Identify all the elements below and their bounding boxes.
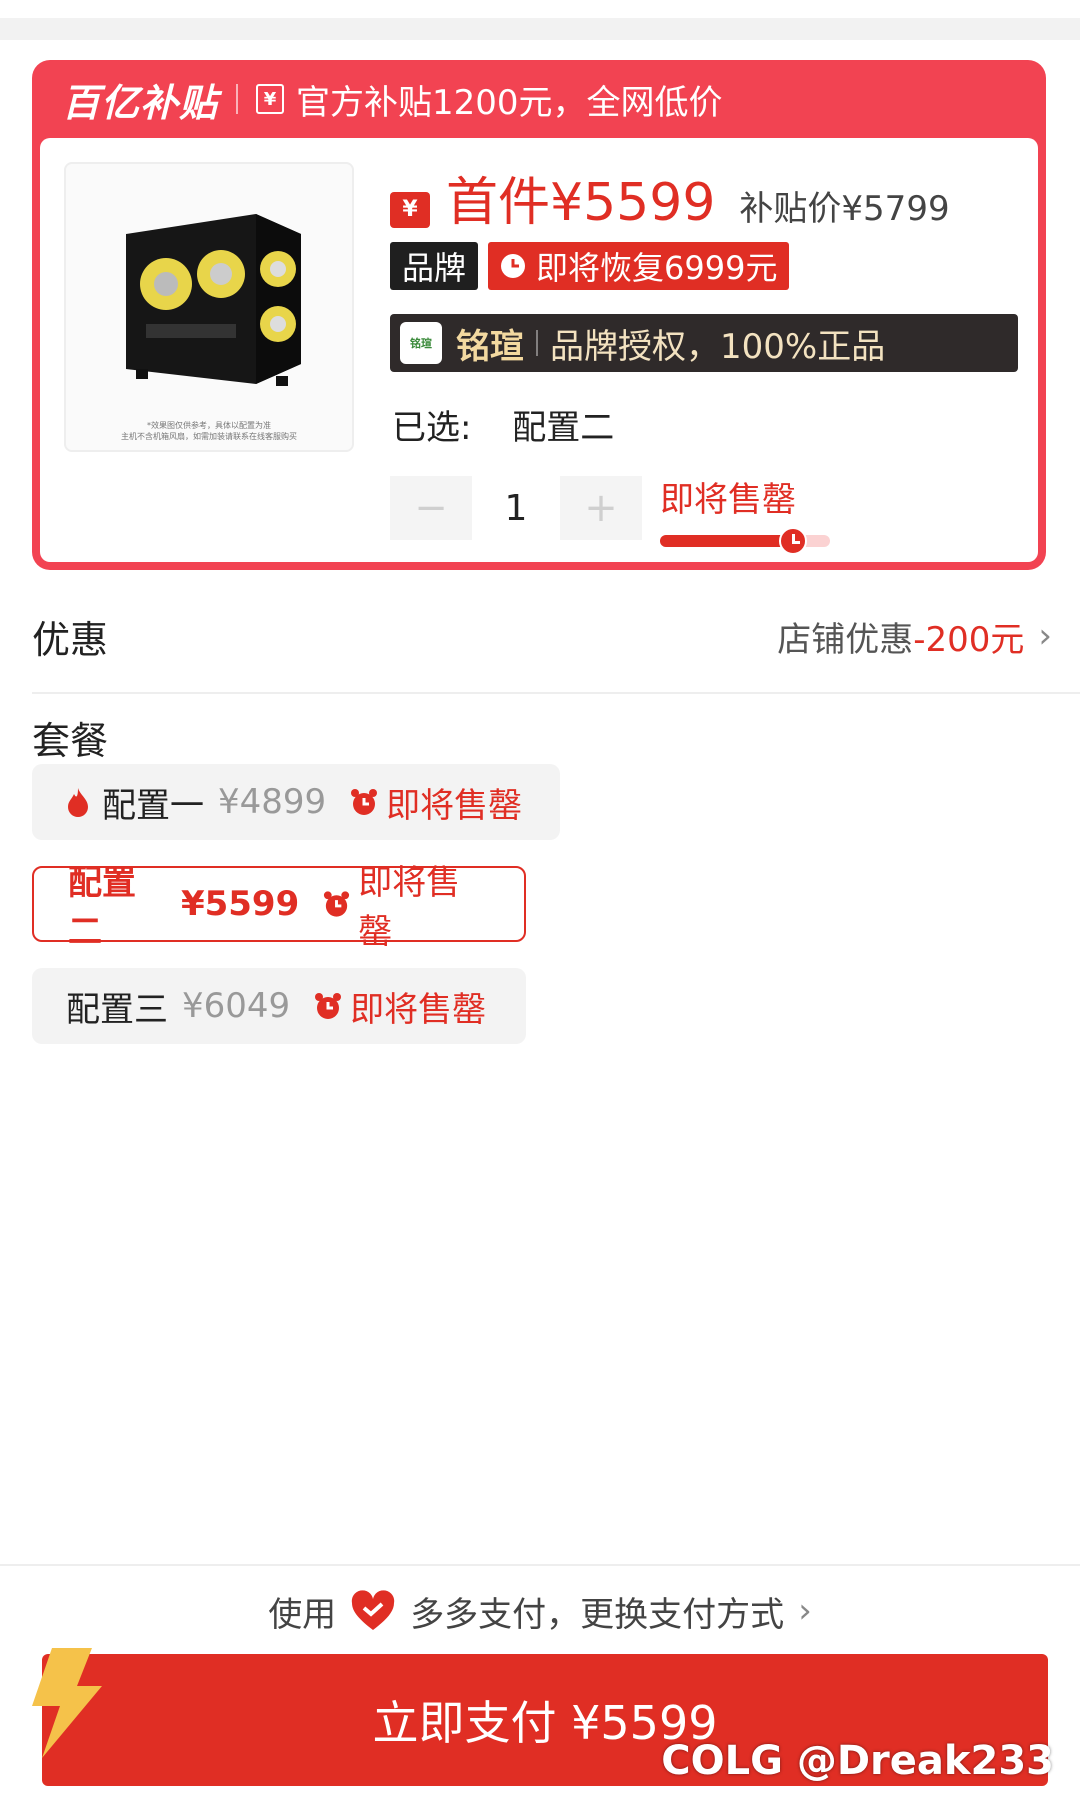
- option-name: 配置一: [102, 785, 204, 826]
- quantity-value[interactable]: 1: [472, 488, 560, 529]
- package-option-1[interactable]: 配置一 ¥4899 即将售罄: [32, 764, 560, 840]
- header-divider: [236, 84, 239, 114]
- yen-tag-icon: ¥: [256, 84, 285, 114]
- alarm-clock-icon: [351, 789, 378, 815]
- clock-icon: [778, 527, 807, 555]
- package-title: 套餐: [32, 719, 109, 763]
- selected-config: 已选: 配置二: [392, 400, 614, 449]
- subsidy-logo: 百亿补贴: [62, 80, 219, 125]
- first-price: 首件¥5599: [446, 173, 716, 233]
- auth-divider: [536, 330, 538, 356]
- pc-case-icon: [126, 214, 301, 386]
- option-price: ¥4899: [218, 782, 327, 822]
- discount-title: 优惠: [32, 617, 109, 662]
- payment-prefix: 使用: [268, 1594, 337, 1635]
- sellout-progress-fill: [660, 535, 793, 547]
- sellout-indicator: 即将售罄: [660, 472, 830, 555]
- selected-value: 配置二: [512, 408, 615, 448]
- brand-authorization-bar[interactable]: 铭瑄 铭瑄 品牌授权，100%正品: [390, 314, 1018, 372]
- lightning-icon: [32, 1648, 102, 1758]
- subsidy-header: 百亿补贴 ¥ 官方补贴1200元，全网低价: [32, 60, 1046, 138]
- option-price: ¥6049: [182, 986, 291, 1026]
- option-price: ¥5599: [180, 884, 300, 924]
- product-panel: *效果图仅供参考，具体以配置为准 主机不含机箱风扇，如需加装请联系在线客服购买 …: [40, 138, 1038, 562]
- sellout-progress-bar: [660, 527, 830, 555]
- alarm-clock-icon: [324, 891, 350, 917]
- option-name: 配置三: [66, 989, 168, 1030]
- shop-discount-label: 店铺优惠: [777, 619, 914, 660]
- option-status: 即将售罄: [312, 982, 486, 1031]
- option-status: 即将售罄: [321, 855, 490, 953]
- package-option-2[interactable]: 配置二 ¥5599 即将售罄: [32, 863, 526, 952]
- selected-label: 已选:: [392, 408, 472, 448]
- top-strip: [0, 18, 1080, 40]
- fire-icon: [68, 788, 88, 817]
- tag-row: 品牌 即将恢复6999元: [390, 242, 790, 290]
- heart-payment-icon: [351, 1590, 395, 1630]
- divider: [32, 692, 1080, 694]
- payment-method: 多多支付，更换支付方式: [410, 1594, 785, 1635]
- product-image[interactable]: *效果图仅供参考，具体以配置为准 主机不含机箱风扇，如需加装请联系在线客服购买: [64, 162, 354, 452]
- shop-discount-amount: -200元: [913, 619, 1025, 660]
- package-option-3[interactable]: 配置三 ¥6049 即将售罄: [32, 968, 526, 1044]
- subsidy-headline: 官方补贴1200元，全网低价: [296, 82, 723, 123]
- alarm-clock-icon: [315, 993, 342, 1019]
- option-status: 即将售罄: [348, 778, 522, 827]
- image-caption: *效果图仅供参考，具体以配置为准 主机不含机箱风扇，如需加装请联系在线客服购买: [121, 421, 297, 441]
- clock-icon: [501, 254, 526, 278]
- chevron-right-icon: ›: [1038, 616, 1052, 656]
- quantity-stepper: − 1 +: [390, 476, 642, 540]
- brand-logo-icon: 铭瑄: [400, 322, 442, 364]
- restore-price-tag: 即将恢复6999元: [488, 242, 790, 290]
- subsidy-price: 补贴价¥5799: [739, 189, 950, 229]
- watermark: COLG @Dreak233: [661, 1738, 1054, 1784]
- subsidy-card: 百亿补贴 ¥ 官方补贴1200元，全网低价 *效果图仅供参考，具体以配置为准 主…: [32, 60, 1046, 570]
- auth-text: 品牌授权，100%正品: [550, 326, 886, 367]
- option-name: 配置二: [68, 863, 136, 952]
- footer-divider: [0, 1564, 1080, 1566]
- sellout-label: 即将售罄: [660, 480, 796, 520]
- brand-tag: 品牌: [390, 242, 479, 290]
- increase-button[interactable]: +: [560, 476, 642, 540]
- coupon-icon: ¥: [390, 191, 430, 228]
- shop-discount: 店铺优惠 -200元 ›: [777, 612, 1052, 661]
- discount-row[interactable]: 优惠 店铺优惠 -200元 ›: [32, 596, 1052, 676]
- payment-method-row[interactable]: 使用 多多支付，更换支付方式 ›: [0, 1576, 1080, 1646]
- decrease-button[interactable]: −: [390, 476, 472, 540]
- auth-brand-name: 铭瑄: [456, 326, 524, 367]
- chevron-right-icon: ›: [798, 1591, 812, 1631]
- price-row: ¥ 首件¥5599 补贴价¥5799: [390, 160, 950, 235]
